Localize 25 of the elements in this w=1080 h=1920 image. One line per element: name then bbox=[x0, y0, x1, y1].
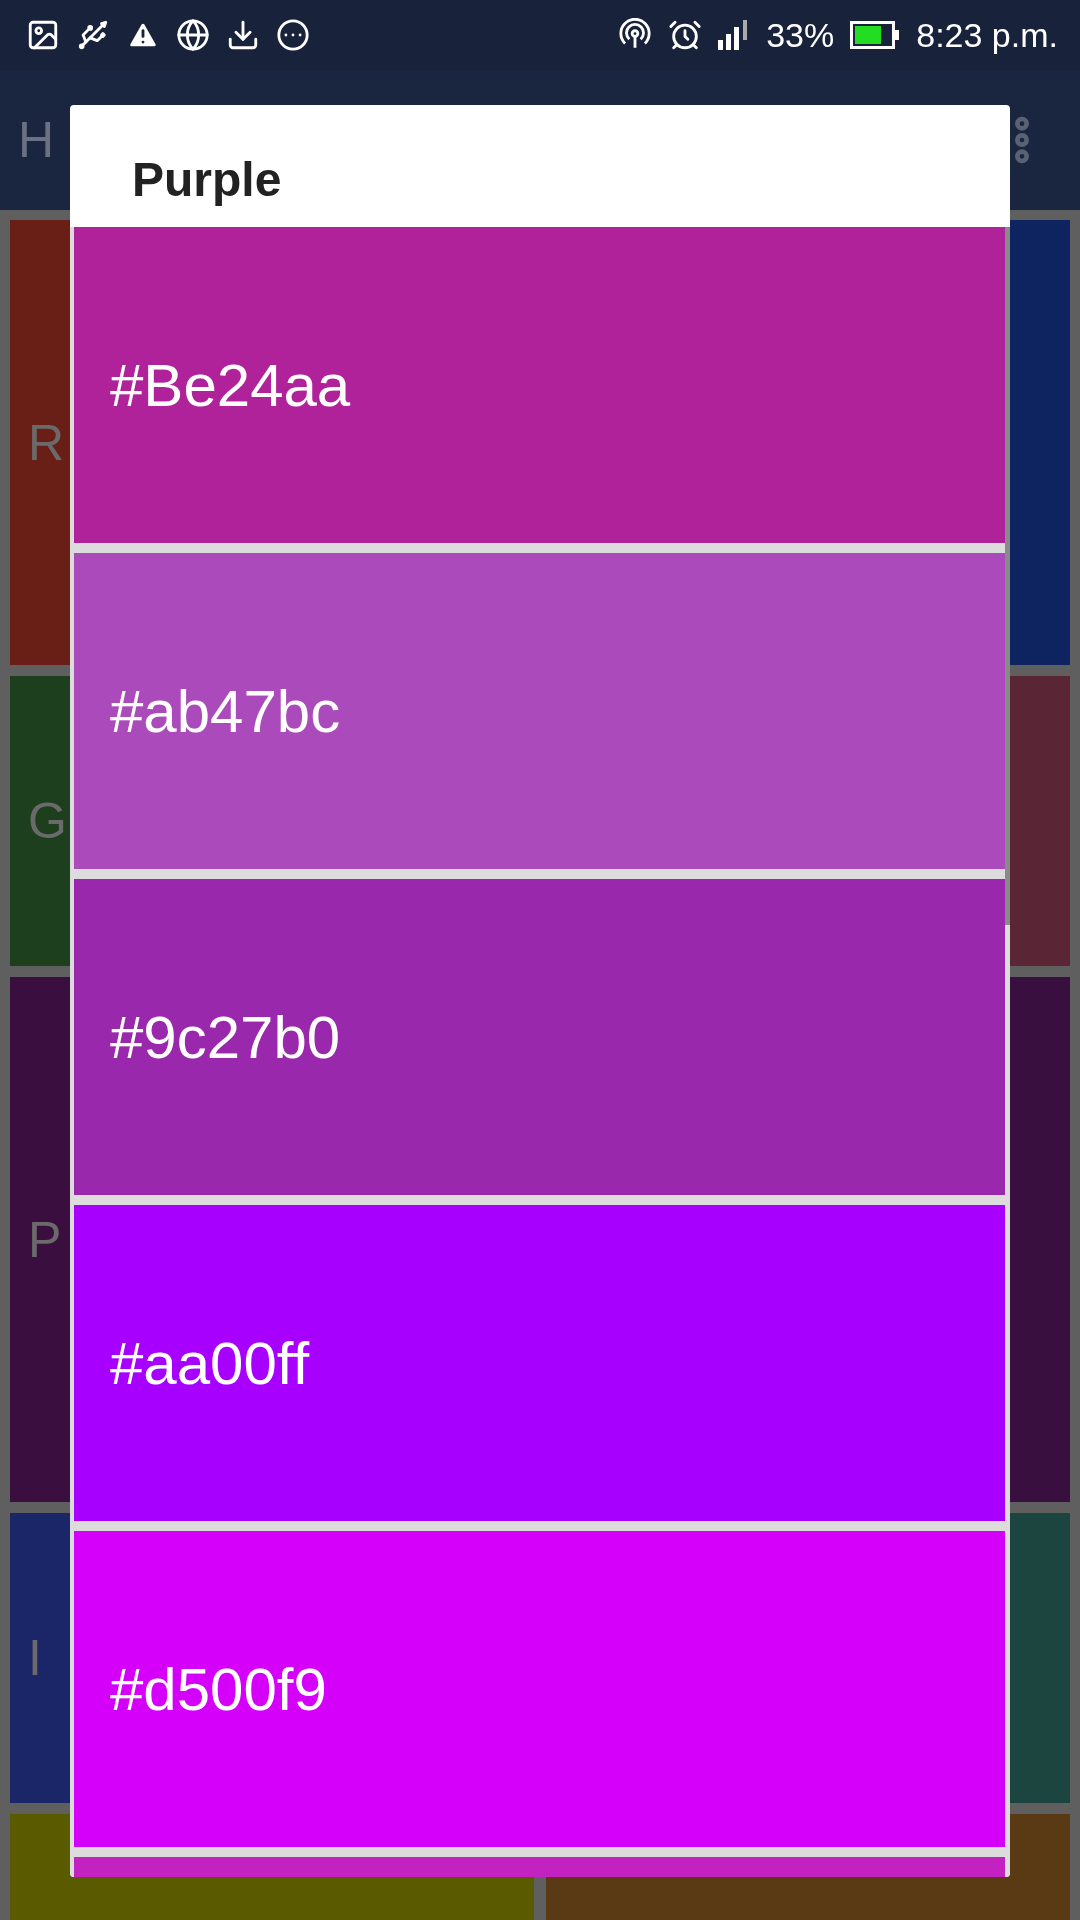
tile-label: P bbox=[28, 1210, 62, 1269]
color-swatch[interactable]: #Be24aa bbox=[74, 227, 1005, 543]
image-icon bbox=[26, 18, 60, 52]
color-swatch[interactable]: #ab47bc bbox=[74, 553, 1005, 869]
tile-label: G bbox=[28, 792, 67, 850]
hex-code: #d500f9 bbox=[110, 1654, 327, 1724]
tile-label: I bbox=[28, 1629, 42, 1687]
hex-code: #9c27b0 bbox=[110, 1002, 341, 1072]
alarm-icon bbox=[668, 18, 703, 52]
color-swatch[interactable]: #aa00ff bbox=[74, 1205, 1005, 1521]
clock-time: 8:23 p.m. bbox=[916, 15, 1058, 55]
color-swatch[interactable]: #9c27b0 bbox=[74, 879, 1005, 1195]
download-icon bbox=[226, 18, 260, 52]
battery-percent: 33% bbox=[766, 15, 835, 55]
usb-icon bbox=[76, 18, 110, 52]
app-title: H bbox=[18, 111, 55, 169]
hex-code: #ab47bc bbox=[110, 676, 341, 746]
battery-icon bbox=[850, 21, 901, 49]
tile-label: R bbox=[28, 413, 65, 472]
ellipsis-circle-icon bbox=[276, 18, 310, 52]
hex-code: #Be24aa bbox=[110, 350, 351, 420]
globe-icon bbox=[176, 18, 210, 52]
hex-code: #aa00ff bbox=[110, 1328, 310, 1398]
dialog-title: Purple bbox=[131, 152, 283, 208]
color-swatch[interactable]: #d500f9 bbox=[74, 1531, 1005, 1847]
